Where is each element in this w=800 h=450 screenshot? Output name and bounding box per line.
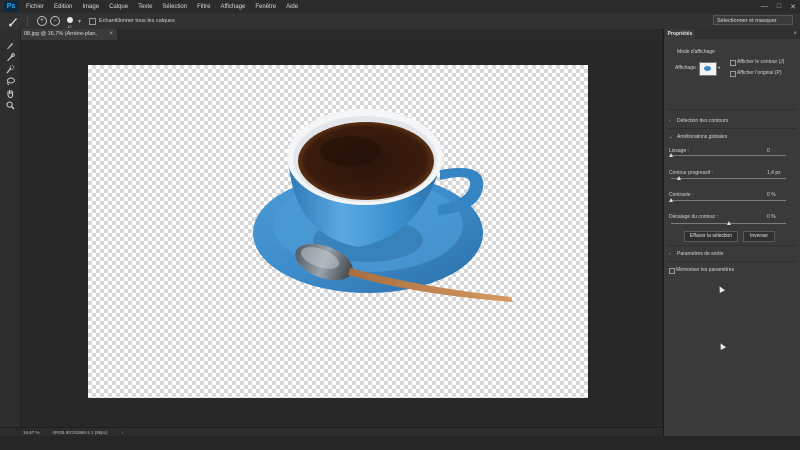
panel-divider bbox=[668, 245, 796, 246]
view-mode-thumbnail[interactable] bbox=[699, 62, 717, 76]
properties-panel: Propriétés × Mode d'affichage Affichage … bbox=[663, 29, 800, 436]
menu-aide[interactable]: Aide bbox=[281, 4, 303, 10]
add-to-selection-icon[interactable]: + bbox=[37, 16, 47, 26]
quick-selection-icon[interactable] bbox=[5, 64, 16, 74]
menu-bar: Ps Fichier Edition Image Calque Texte Sé… bbox=[0, 0, 800, 13]
show-original-label: Afficher l'original (P) bbox=[737, 70, 782, 76]
close-panel-icon[interactable]: × bbox=[793, 29, 797, 39]
sample-all-layers-checkbox[interactable] bbox=[89, 17, 97, 25]
show-edge-checkbox[interactable] bbox=[730, 60, 736, 66]
show-original-checkbox[interactable] bbox=[730, 71, 736, 77]
close-window-button[interactable]: ✕ bbox=[790, 3, 796, 11]
menu-selection[interactable]: Sélection bbox=[157, 4, 192, 10]
close-tab-icon[interactable]: × bbox=[109, 29, 113, 40]
refine-edge-brush-icon[interactable] bbox=[5, 52, 16, 62]
show-edge-label: Afficher le contour (J) bbox=[737, 59, 785, 65]
coffee-cup-image bbox=[253, 109, 513, 302]
properties-tab[interactable]: Propriétés bbox=[665, 29, 695, 39]
global-refinements-chevron-down-icon[interactable]: ⌄ bbox=[669, 134, 673, 140]
options-bar: + − 10 ▾ Echantillonner tous les calques… bbox=[0, 13, 800, 30]
output-settings-chevron-right-icon[interactable]: › bbox=[669, 251, 671, 256]
tools-panel bbox=[0, 29, 21, 427]
menu-affichage[interactable]: Affichage bbox=[215, 4, 250, 10]
bottom-strip bbox=[0, 436, 800, 450]
status-menu-arrow[interactable]: › bbox=[122, 430, 124, 435]
options-separator bbox=[27, 15, 28, 27]
panel-divider bbox=[668, 109, 796, 110]
brush-tip-icon bbox=[67, 16, 73, 23]
document-tab-bar: 08.jpg @ 16,7% (Arrière-plan, RVB/8*) × bbox=[21, 29, 661, 48]
shift-edge-label: Décalage du contour : bbox=[669, 214, 718, 220]
feather-slider[interactable] bbox=[671, 178, 786, 179]
contrast-slider[interactable] bbox=[671, 200, 786, 201]
menu-texte[interactable]: Texte bbox=[133, 4, 157, 10]
panel-divider bbox=[668, 261, 796, 262]
edge-detection-chevron-right-icon[interactable]: › bbox=[669, 118, 671, 123]
clear-selection-button[interactable]: Effacer la sélection bbox=[684, 231, 738, 242]
window-controls: — □ ✕ bbox=[761, 0, 796, 13]
view-mode-heading: Mode d'affichage bbox=[677, 49, 715, 55]
contrast-value[interactable]: 0 % bbox=[767, 192, 776, 198]
feather-label: Contour progressif : bbox=[669, 170, 713, 176]
lasso-icon[interactable] bbox=[5, 76, 16, 86]
minimize-button[interactable]: — bbox=[761, 3, 768, 10]
feather-value[interactable]: 1,4 px bbox=[767, 170, 781, 176]
invert-button[interactable]: Inverser bbox=[743, 231, 775, 242]
brush-size-value: 10 bbox=[67, 23, 72, 29]
select-and-mask-button[interactable]: Sélectionner et masquer bbox=[713, 15, 793, 25]
panel-header: Propriétés × bbox=[664, 29, 800, 39]
photoshop-logo: Ps bbox=[4, 1, 18, 12]
menu-image[interactable]: Image bbox=[77, 4, 104, 10]
menu-calque[interactable]: Calque bbox=[104, 4, 133, 10]
remember-settings-checkbox[interactable] bbox=[669, 268, 675, 274]
zoom-level[interactable]: 16,67 % bbox=[23, 430, 40, 435]
menu-fenetre[interactable]: Fenêtre bbox=[250, 4, 281, 10]
remember-settings-label: Mémoriser les paramètres bbox=[676, 267, 735, 273]
document-tab[interactable]: 08.jpg @ 16,7% (Arrière-plan, RVB/8*) × bbox=[21, 29, 117, 48]
mouse-cursor-icon bbox=[717, 341, 727, 351]
subtract-from-selection-icon[interactable]: − bbox=[50, 16, 60, 26]
brush-tool-preset-icon[interactable] bbox=[7, 15, 19, 27]
mouse-cursor-icon bbox=[716, 284, 726, 294]
smooth-slider-knob[interactable] bbox=[669, 153, 673, 157]
hand-icon[interactable] bbox=[5, 88, 16, 98]
smooth-value[interactable]: 0 bbox=[767, 148, 770, 154]
cup-thumbnail-icon bbox=[704, 66, 711, 71]
smooth-slider[interactable] bbox=[671, 155, 786, 156]
shift-edge-slider-knob[interactable] bbox=[726, 221, 731, 225]
color-profile: sRGB IEC61966-2.1 (8bpc) bbox=[52, 430, 108, 435]
canvas-area[interactable] bbox=[21, 40, 661, 427]
menu-filtre[interactable]: Filtre bbox=[192, 4, 215, 10]
brush-icon[interactable] bbox=[5, 40, 16, 50]
maximize-button[interactable]: □ bbox=[777, 3, 781, 10]
panel-divider bbox=[668, 128, 796, 129]
view-chevron-down-icon[interactable]: ▾ bbox=[718, 65, 720, 71]
shift-edge-value[interactable]: 0 % bbox=[767, 214, 776, 220]
feather-slider-knob[interactable] bbox=[677, 176, 682, 180]
zoom-icon[interactable] bbox=[5, 100, 16, 110]
global-refinements-section[interactable]: Améliorations globales bbox=[677, 134, 727, 140]
contrast-slider-knob[interactable] bbox=[669, 198, 673, 202]
output-settings-section[interactable]: Paramètres de sortie bbox=[677, 251, 723, 257]
chevron-down-icon[interactable]: ▾ bbox=[78, 18, 81, 25]
brush-size-picker[interactable]: 10 bbox=[66, 16, 75, 29]
sample-all-layers-label: Echantillonner tous les calques bbox=[99, 18, 175, 24]
view-label: Affichage : bbox=[675, 65, 699, 71]
menu-edition[interactable]: Edition bbox=[49, 4, 77, 10]
edge-detection-section[interactable]: Détection des contours bbox=[677, 118, 728, 124]
menu-fichier[interactable]: Fichier bbox=[21, 4, 49, 10]
document-canvas[interactable] bbox=[88, 65, 588, 398]
